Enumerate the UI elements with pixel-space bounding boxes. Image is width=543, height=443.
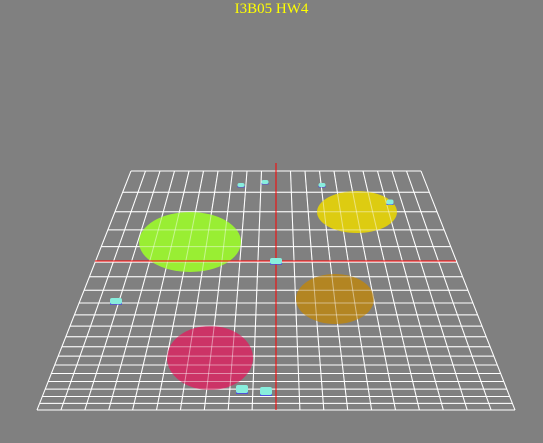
marker-top (270, 258, 282, 264)
marker-top (261, 180, 269, 184)
marker-top (110, 298, 122, 304)
marker-top (236, 385, 248, 393)
marker-back-1[interactable] (237, 183, 245, 188)
marker-back-2[interactable] (261, 180, 269, 185)
marker-center[interactable] (270, 258, 282, 265)
marker-left[interactable] (110, 298, 122, 305)
scene-canvas[interactable] (0, 0, 543, 443)
marker-top (260, 387, 272, 395)
marker-top (318, 183, 326, 187)
marker-top (237, 183, 245, 187)
marker-right-edge[interactable] (386, 199, 394, 206)
axis-lines (95, 163, 456, 410)
marker-top (386, 199, 394, 205)
marker-front-2[interactable] (260, 387, 272, 396)
marker-front-1[interactable] (236, 385, 248, 394)
marker-back-3[interactable] (318, 183, 326, 188)
viewport[interactable]: I3B05 HW4 (0, 0, 543, 443)
